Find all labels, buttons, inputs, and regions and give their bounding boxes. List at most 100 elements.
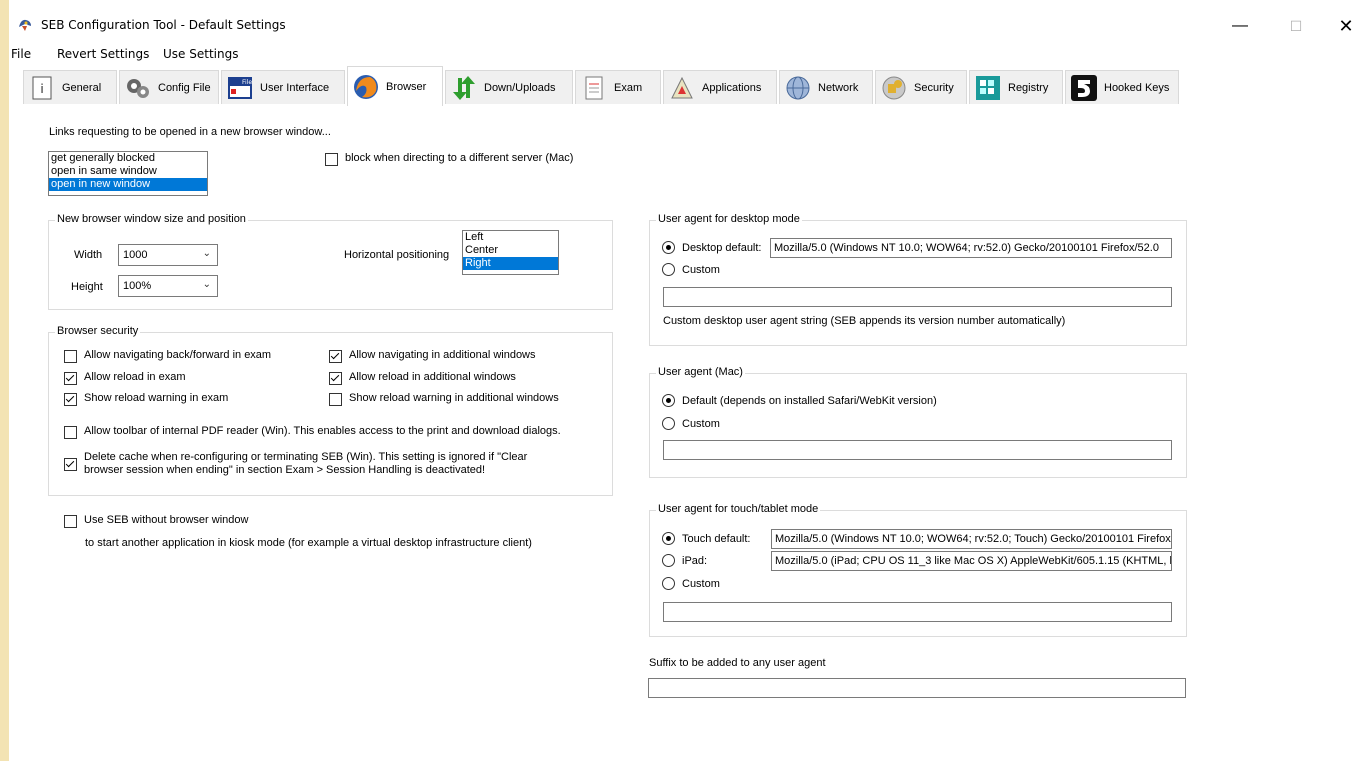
menu-revert-settings[interactable]: Revert Settings <box>57 47 149 61</box>
tab-exam[interactable]: Exam <box>575 70 661 104</box>
radio-label: iPad: <box>682 554 708 567</box>
list-item[interactable]: open in same window <box>49 165 207 178</box>
width-label: Width <box>74 249 103 261</box>
checkbox-label: Allow navigating back/forward in exam <box>84 349 272 361</box>
tab-network[interactable]: Network <box>779 70 873 104</box>
desktop-custom-ua-field[interactable] <box>663 287 1172 307</box>
desktop-default-radio[interactable]: Desktop default: <box>662 241 762 254</box>
tab-down-uploads[interactable]: Down/Uploads <box>445 70 573 104</box>
chevron-down-icon: ⌄ <box>202 279 211 290</box>
checkbox-box[interactable] <box>64 515 77 528</box>
radio-dot[interactable] <box>662 263 675 276</box>
mac-custom-radio[interactable]: Custom <box>662 417 720 430</box>
menu-bar: File Revert Settings Use Settings <box>9 44 1357 64</box>
horizontal-positioning-list[interactable]: Left Center Right <box>462 230 559 275</box>
tab-config-file[interactable]: Config File <box>119 70 219 104</box>
menu-use-settings[interactable]: Use Settings <box>163 47 238 61</box>
tab-registry[interactable]: Registry <box>969 70 1063 104</box>
checkbox-label-line: Delete cache when re-configuring or term… <box>84 451 528 463</box>
touch-custom-ua-field[interactable] <box>663 602 1172 622</box>
radio-dot[interactable] <box>662 241 675 254</box>
new-window-size-group: New browser window size and position Wid… <box>48 213 613 310</box>
tab-label: Applications <box>702 81 762 94</box>
radio-dot[interactable] <box>662 532 675 545</box>
checkbox-box[interactable] <box>64 426 77 439</box>
show-reload-warning-additional-checkbox[interactable]: Show reload warning in additional window… <box>329 392 559 406</box>
checkbox-label: Allow reload in exam <box>84 371 186 383</box>
radio-dot[interactable] <box>662 577 675 590</box>
radio-dot[interactable] <box>662 417 675 430</box>
list-item-selected[interactable]: open in new window <box>49 178 207 191</box>
combo-value: 1000 <box>123 249 148 261</box>
checkbox-box[interactable] <box>329 350 342 363</box>
allow-nav-additional-checkbox[interactable]: Allow navigating in additional windows <box>329 349 536 363</box>
checkbox-box[interactable] <box>64 458 77 471</box>
desktop-custom-radio[interactable]: Custom <box>662 263 720 276</box>
ipad-radio[interactable]: iPad: <box>662 554 707 567</box>
list-item-selected[interactable]: Right <box>463 257 558 270</box>
config-file-icon <box>127 78 149 98</box>
checkbox-box[interactable] <box>64 350 77 363</box>
browser-settings-panel: Links requesting to be opened in a new b… <box>9 106 1357 761</box>
mac-custom-ua-field[interactable] <box>663 440 1172 460</box>
radio-label: Touch default: <box>682 532 751 545</box>
links-heading: Links requesting to be opened in a new b… <box>49 126 331 138</box>
tab-label: Security <box>914 81 954 94</box>
touch-default-ua-field[interactable]: Mozilla/5.0 (Windows NT 10.0; WOW64; rv:… <box>771 529 1172 549</box>
delete-cache-checkbox[interactable]: Delete cache when re-configuring or term… <box>64 451 527 477</box>
list-item[interactable]: get generally blocked <box>49 152 207 165</box>
tab-label: Exam <box>614 81 643 94</box>
svg-text:File: File <box>242 79 252 86</box>
tab-applications[interactable]: Applications <box>663 70 777 104</box>
checkbox-label: Use SEB without browser window <box>84 514 249 526</box>
use-seb-without-browser-checkbox[interactable]: Use SEB without browser window <box>64 514 248 528</box>
tab-strip: i General Config File File User Interfac… <box>9 64 1357 107</box>
height-combo[interactable]: 100% ⌄ <box>118 275 218 297</box>
width-combo[interactable]: 1000 ⌄ <box>118 244 218 266</box>
show-reload-warning-checkbox[interactable]: Show reload warning in exam <box>64 392 228 406</box>
checkbox-box[interactable] <box>329 393 342 406</box>
tab-hooked-keys[interactable]: Hooked Keys <box>1065 70 1179 104</box>
mac-default-radio[interactable]: Default (depends on installed Safari/Web… <box>662 394 937 407</box>
tab-user-interface[interactable]: File User Interface <box>221 70 345 104</box>
radio-dot[interactable] <box>662 554 675 567</box>
group-title: Browser security <box>55 325 141 337</box>
browser-icon <box>354 74 378 99</box>
close-button[interactable]: ✕ <box>1323 12 1357 40</box>
desktop-ua-note: Custom desktop user agent string (SEB ap… <box>663 315 1066 327</box>
list-item[interactable]: Left <box>463 231 558 244</box>
minimize-button[interactable]: — <box>1217 12 1263 40</box>
maximize-button[interactable]: ☐ <box>1273 12 1319 40</box>
height-label: Height <box>71 281 103 293</box>
radio-dot[interactable] <box>662 394 675 407</box>
checkbox-box[interactable] <box>64 372 77 385</box>
touch-custom-radio[interactable]: Custom <box>662 577 720 590</box>
new-window-policy-list[interactable]: get generally blocked open in same windo… <box>48 151 208 196</box>
seb-app-icon <box>19 19 31 31</box>
combo-value: 100% <box>123 280 152 292</box>
radio-label: Custom <box>682 577 720 590</box>
menu-file[interactable]: File <box>11 47 31 61</box>
tab-general[interactable]: i General <box>23 70 117 104</box>
desktop-default-ua-field[interactable]: Mozilla/5.0 (Windows NT 10.0; WOW64; rv:… <box>770 238 1172 258</box>
allow-reload-exam-checkbox[interactable]: Allow reload in exam <box>64 371 186 385</box>
group-title: User agent for desktop mode <box>656 213 802 225</box>
touch-default-radio[interactable]: Touch default: <box>662 532 751 545</box>
suffix-field[interactable] <box>648 678 1186 698</box>
tab-browser[interactable]: Browser <box>347 66 443 106</box>
ipad-ua-field[interactable]: Mozilla/5.0 (iPad; CPU OS 11_3 like Mac … <box>771 551 1172 571</box>
checkbox-label: Allow navigating in additional windows <box>349 349 536 361</box>
allow-back-forward-checkbox[interactable]: Allow navigating back/forward in exam <box>64 349 271 363</box>
checkbox-box[interactable] <box>329 372 342 385</box>
allow-pdf-toolbar-checkbox[interactable]: Allow toolbar of internal PDF reader (Wi… <box>64 425 561 439</box>
list-item[interactable]: Center <box>463 244 558 257</box>
tab-label: Hooked Keys <box>1104 81 1170 94</box>
checkbox-label-line: browser session when ending" in section … <box>84 464 486 476</box>
hooked-keys-icon <box>1071 74 1097 101</box>
allow-reload-additional-checkbox[interactable]: Allow reload in additional windows <box>329 371 516 385</box>
checkbox-box[interactable] <box>64 393 77 406</box>
block-different-server-checkbox[interactable]: block when directing to a different serv… <box>325 152 573 166</box>
no-browser-description: to start another application in kiosk mo… <box>85 537 532 549</box>
checkbox-box[interactable] <box>325 153 338 166</box>
tab-security[interactable]: Security <box>875 70 967 104</box>
